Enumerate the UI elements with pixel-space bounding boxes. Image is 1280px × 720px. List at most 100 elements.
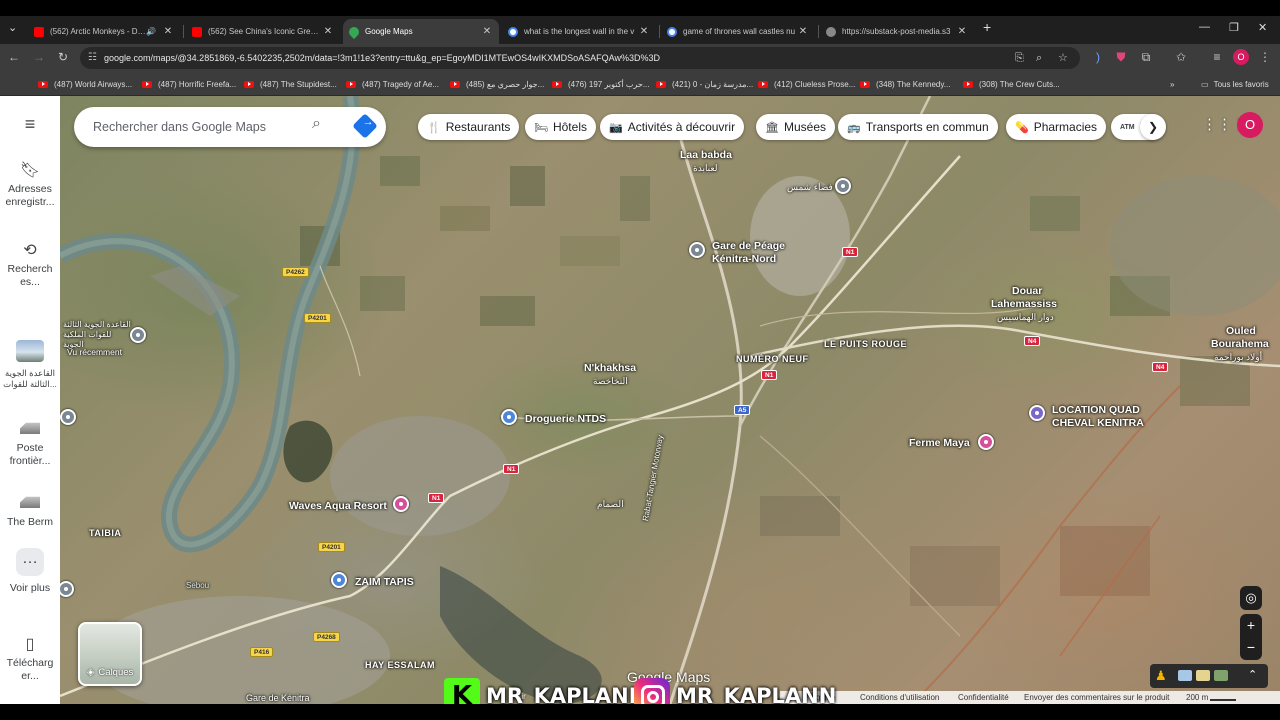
- close-icon[interactable]: ✕: [162, 26, 174, 37]
- resort-pin[interactable]: [393, 496, 409, 512]
- feedback-link[interactable]: Envoyer des commentaires sur le produit: [1024, 691, 1169, 704]
- map-type-thumbnail[interactable]: [1178, 670, 1192, 681]
- bookmark-item[interactable]: (412) Clueless Prose...: [758, 77, 855, 91]
- place-label[interactable]: Ferme Maya: [909, 437, 970, 449]
- place-label[interactable]: Gare de Péage: [712, 240, 785, 252]
- saved-button[interactable]: 🔖︎ Adresses enregistr...: [0, 163, 60, 209]
- activity-pin[interactable]: [978, 434, 994, 450]
- bookmark-item[interactable]: (487) Horrific Freefa...: [142, 77, 236, 91]
- place-label[interactable]: LOCATION QUAD: [1052, 404, 1140, 416]
- tab-arctic-monkeys[interactable]: (562) Arctic Monkeys - Do I 🔊 ✕: [28, 19, 180, 44]
- maximize-button[interactable]: ❐: [1229, 21, 1239, 34]
- scale-label[interactable]: 200 m: [1186, 691, 1208, 704]
- place-label[interactable]: N'khakhsa: [584, 362, 636, 374]
- minimize-button[interactable]: —: [1199, 21, 1210, 33]
- all-bookmarks[interactable]: ▭ Tous les favoris: [1201, 77, 1269, 91]
- chip-restaurants[interactable]: 🍴 Restaurants: [418, 114, 520, 140]
- window-close-button[interactable]: ✕: [1258, 21, 1267, 34]
- shopping-pin[interactable]: [501, 409, 517, 425]
- tab-longest-wall[interactable]: what is the longest wall in the v ✕: [502, 19, 656, 44]
- back-icon[interactable]: ←: [6, 50, 22, 64]
- close-icon[interactable]: ✕: [481, 26, 493, 37]
- forward-icon[interactable]: →: [31, 50, 47, 64]
- place-label[interactable]: CHEVAL KENITRA: [1052, 417, 1144, 429]
- place-label[interactable]: LE PUITS ROUGE: [824, 338, 907, 350]
- bookmark-item[interactable]: (487) The Stupidest...: [244, 77, 337, 91]
- install-icon[interactable]: ⎘: [1015, 47, 1024, 69]
- place-label[interactable]: Bourahema: [1211, 338, 1269, 350]
- place-label[interactable]: Droguerie NTDS: [525, 413, 606, 425]
- search-icon[interactable]: ⌕: [312, 115, 321, 133]
- close-icon[interactable]: ✕: [638, 26, 650, 37]
- profile-avatar[interactable]: O: [1233, 49, 1249, 65]
- search-box[interactable]: Rechercher dans Google Maps ⌕: [74, 107, 386, 147]
- poi-pin[interactable]: [58, 581, 74, 597]
- place-label[interactable]: NUMÉRO NEUF: [736, 353, 809, 365]
- menu-button[interactable]: ≡: [0, 115, 60, 137]
- place-label[interactable]: TAIBIA: [89, 527, 121, 539]
- star-icon[interactable]: ☆: [1058, 47, 1068, 69]
- zoom-in-button[interactable]: +: [1240, 614, 1262, 636]
- download-app-button[interactable]: ▯ Télécharg er...: [0, 637, 60, 683]
- see-more-button[interactable]: … Voir plus: [0, 548, 60, 595]
- recent-border-post[interactable]: Poste frontièr...: [0, 420, 60, 468]
- chip-activities[interactable]: 📷 Activités à découvrir: [600, 114, 745, 140]
- zoom-out-button[interactable]: −: [1240, 636, 1262, 658]
- site-info-icon[interactable]: ☷: [88, 47, 97, 69]
- new-tab-button[interactable]: +: [983, 19, 991, 35]
- audio-icon[interactable]: 🔊: [146, 27, 156, 36]
- search-input[interactable]: Rechercher dans Google Maps: [93, 120, 266, 134]
- place-label[interactable]: Laa babda: [680, 149, 732, 161]
- map-type-thumbnail[interactable]: [1196, 670, 1210, 681]
- address-bar[interactable]: ☷ google.com/maps/@34.2851869,-6.5402235…: [80, 47, 1080, 69]
- place-label[interactable]: Waves Aqua Resort: [289, 500, 387, 512]
- shopping-pin[interactable]: [331, 572, 347, 588]
- menu-icon[interactable]: ⋮: [1257, 50, 1273, 64]
- layers-button[interactable]: ◈ Calques: [78, 622, 142, 686]
- chips-next-button[interactable]: ❯: [1140, 114, 1166, 140]
- bookmark-item[interactable]: (487) World Airways...: [38, 77, 132, 91]
- chip-pharmacies[interactable]: 💊 Pharmacies: [1006, 114, 1107, 140]
- recent-the-berm[interactable]: The Berm: [0, 494, 60, 529]
- place-label[interactable]: HAY ESSALAM: [365, 659, 435, 671]
- place-label[interactable]: Douar: [1012, 285, 1042, 297]
- bookmark-item[interactable]: (348) The Kennedy...: [860, 77, 950, 91]
- media-icon[interactable]: ≡: [1209, 50, 1225, 64]
- extensions-icon[interactable]: ⧉: [1138, 50, 1154, 65]
- toll-station-pin[interactable]: [689, 242, 705, 258]
- close-icon[interactable]: ✕: [797, 26, 809, 37]
- bookmark-item[interactable]: (485) جوار حصري مع...: [450, 77, 544, 91]
- poi-pin[interactable]: [60, 409, 76, 425]
- place-label[interactable]: Kénitra-Nord: [712, 253, 776, 265]
- place-label[interactable]: Gare de Kénitra: [246, 692, 310, 704]
- tab-search-icon[interactable]: ⌄: [8, 21, 17, 34]
- account-avatar[interactable]: O: [1237, 112, 1263, 138]
- directions-icon[interactable]: [352, 113, 378, 139]
- poi-pin[interactable]: [835, 178, 851, 194]
- place-label[interactable]: ZAIM TAPIS: [355, 576, 414, 588]
- reload-icon[interactable]: ↻: [55, 50, 71, 64]
- bookmarks-overflow-icon[interactable]: »: [1170, 77, 1174, 91]
- chip-hotels[interactable]: 🛏 Hôtels: [525, 114, 596, 140]
- expand-icon[interactable]: ⌃: [1248, 668, 1257, 681]
- satellite-map[interactable]: [60, 96, 1280, 704]
- close-icon[interactable]: ✕: [956, 26, 968, 37]
- privacy-link[interactable]: Confidentialité: [958, 691, 1009, 704]
- bookmark-item[interactable]: (476) حرب أكتوبر 197...: [552, 77, 650, 91]
- bookmark-item[interactable]: (421) مدرسة زمان - 0...: [656, 77, 753, 91]
- place-label[interactable]: Ouled: [1226, 325, 1256, 337]
- extension-shield-icon[interactable]: ⛊: [1113, 50, 1129, 65]
- place-label[interactable]: Lahemassiss: [991, 298, 1057, 310]
- chip-transit[interactable]: 🚌 Transports en commun: [838, 114, 998, 140]
- tab-substack[interactable]: https://substack-post-media.s3 ✕: [820, 19, 974, 44]
- favorites-icon[interactable]: ✩: [1173, 50, 1189, 64]
- close-icon[interactable]: ✕: [322, 26, 334, 37]
- map-type-thumbnail[interactable]: [1214, 670, 1228, 681]
- tab-google-maps[interactable]: Google Maps ✕: [343, 19, 499, 44]
- chip-museums[interactable]: 🏛 Musées: [756, 114, 835, 140]
- bookmark-item[interactable]: (308) The Crew Cuts...: [963, 77, 1060, 91]
- recents-button[interactable]: ⟲ Recherch es...: [0, 243, 60, 289]
- activity-pin[interactable]: [1029, 405, 1045, 421]
- extension-audio-icon[interactable]: ): [1090, 50, 1106, 64]
- tab-game-of-thrones[interactable]: game of thrones wall castles nu ✕: [661, 19, 815, 44]
